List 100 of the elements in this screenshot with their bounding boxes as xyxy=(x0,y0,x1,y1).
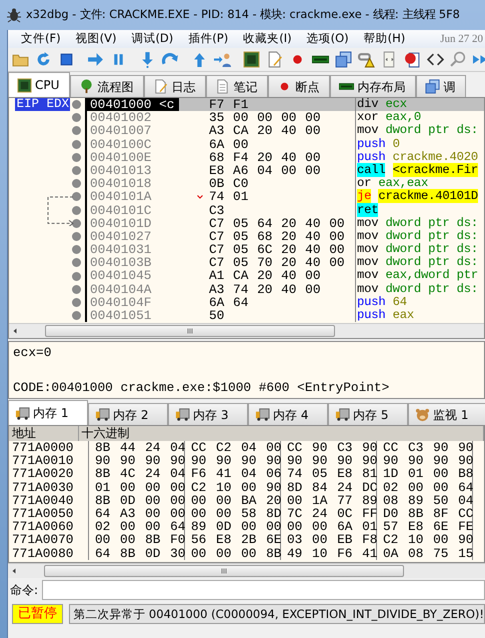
note-icon[interactable] xyxy=(266,51,283,68)
tab[interactable]: 断点 xyxy=(268,75,330,97)
menu-item[interactable]: 文件(F) xyxy=(14,30,69,48)
tab[interactable]: 内存 2 xyxy=(88,403,168,425)
operand-text: dword ptr ds: xyxy=(385,255,478,270)
hex-cell: 0A 08 75 15 xyxy=(377,546,473,560)
address-cell-text: 00401051 xyxy=(89,309,152,322)
bug-icon xyxy=(6,7,22,23)
layers-icon[interactable] xyxy=(335,51,352,68)
address-cell-text: 0040104A xyxy=(89,282,152,296)
breakpoint-dot[interactable] xyxy=(72,258,81,268)
address-cell-text: 00401031 xyxy=(89,243,152,256)
breakpoint-dot[interactable] xyxy=(72,206,81,215)
hex-cell: 8B 4C 24 04 xyxy=(89,467,185,481)
breakpoint-dot[interactable] xyxy=(72,126,81,136)
scrollbar[interactable] xyxy=(9,323,484,338)
tab[interactable]: 流程图 xyxy=(70,75,144,97)
window-title: x32dbg - 文件: CRACKME.EXE - PID: 814 - 模块: crackme.exe - 线程: 主线程 5F8 xyxy=(26,6,460,23)
breakpoint-dot[interactable] xyxy=(72,298,81,307)
mnemonic: mov xyxy=(357,123,378,138)
mnemonic: mov xyxy=(357,268,378,282)
bytes-cell: C3 xyxy=(209,204,224,217)
menu-item[interactable]: 插件(P) xyxy=(181,30,236,48)
restart-icon[interactable] xyxy=(35,51,52,68)
menu-item[interactable]: 选项(O) xyxy=(300,30,357,48)
hex-cell: C2 10 00 90 xyxy=(377,533,473,546)
address-cell-text: 00401007 xyxy=(89,124,152,138)
tab[interactable]: 内存 4 xyxy=(248,403,328,425)
breakpoint-dot[interactable] xyxy=(72,245,81,254)
scrollbar-thumb[interactable] xyxy=(44,565,404,577)
document-dot-icon[interactable] xyxy=(404,51,421,68)
hex-cell: 00 00 00 8B xyxy=(185,546,281,560)
menu-item[interactable]: 帮助(H) xyxy=(356,30,414,48)
address-cell: 00401000 <c xyxy=(87,98,179,112)
chip-icon[interactable] xyxy=(243,51,260,68)
status-message: 第二次异常于 00401000 (C0000094, EXCEPTION_INT_DIVIDE_BY_ZERO)! xyxy=(69,604,485,624)
bytes-cell: 50 xyxy=(209,309,224,322)
tab[interactable]: 内存 5 xyxy=(328,403,408,425)
truck-icon xyxy=(95,407,110,422)
stop-icon[interactable] xyxy=(58,51,75,68)
register-label: EIP EDX xyxy=(15,98,70,112)
menu-item[interactable]: 收藏夹(I) xyxy=(236,30,300,48)
search-icon[interactable] xyxy=(450,51,467,68)
status-badge: 已暂停 xyxy=(12,604,64,624)
tab[interactable]: 调 xyxy=(416,75,466,97)
hex-cell: 1D 01 00 B8 xyxy=(377,467,473,481)
tab[interactable]: 内存 3 xyxy=(168,403,248,425)
run-arrow-icon[interactable] xyxy=(87,51,104,68)
address-cell: 771A0050 xyxy=(9,506,89,520)
tab[interactable]: 监视 1 xyxy=(408,403,485,425)
breakpoint-dot[interactable] xyxy=(72,232,81,241)
code-icon[interactable] xyxy=(427,51,444,68)
breakpoint-dot[interactable] xyxy=(72,284,81,294)
scroll-left-icon[interactable] xyxy=(10,567,18,575)
menu-item[interactable]: 调试(D) xyxy=(124,30,182,48)
tab[interactable]: 日志 xyxy=(144,75,206,97)
mnemonic: mov xyxy=(357,228,378,243)
mnemonic: mov xyxy=(357,255,378,270)
mnemonic: je xyxy=(357,189,372,204)
bytes-cell: C7 05 64 20 40 00 xyxy=(209,216,345,230)
breakpoint-dot[interactable] xyxy=(72,113,81,122)
bytes-cell: C7 05 68 20 40 00 xyxy=(209,230,345,244)
bytes-cell: 68 F4 20 40 00 xyxy=(209,150,321,164)
scroll-left-icon[interactable] xyxy=(11,327,19,335)
scrollbar-thumb[interactable] xyxy=(45,325,335,337)
hex-cell: 02 00 00 64 xyxy=(377,480,473,494)
breakpoint-dot[interactable] xyxy=(72,100,81,110)
tab[interactable]: 内存 1 xyxy=(8,400,88,425)
operand-text: <crackme.Fir xyxy=(392,162,478,177)
menu-item[interactable]: 视图(V) xyxy=(68,30,124,48)
breakpoint-dot[interactable] xyxy=(72,218,81,228)
address-cell-text: 00401045 xyxy=(89,269,152,283)
address-cell-text: 00401013 xyxy=(89,164,152,178)
hex-cell: 00 00 6A 01 xyxy=(281,520,377,534)
breakpoint-dot[interactable] xyxy=(72,152,81,162)
address-cell-text: 00401018 xyxy=(89,177,152,190)
column-header: 十六进制 xyxy=(78,426,484,441)
hex-cell: 90 90 90 90 xyxy=(281,454,377,468)
breakpoint-dot[interactable] xyxy=(72,272,81,281)
bytes-cell: A3 74 20 40 00 xyxy=(209,282,321,296)
hex-cell: 00 00 BA 20 xyxy=(185,494,281,507)
bytes-cell: 6A 00 xyxy=(209,138,248,151)
truck-icon xyxy=(335,407,350,422)
command-field[interactable] xyxy=(42,580,485,600)
breakpoint-dot[interactable] xyxy=(72,192,81,202)
breakpoint-dot[interactable] xyxy=(72,166,81,176)
breakpoint-dot[interactable] xyxy=(72,311,81,320)
scrollbar[interactable] xyxy=(8,563,485,578)
address-cell: 771A0000 xyxy=(9,441,89,454)
address-cell: 771A0030 xyxy=(9,480,89,494)
truck-icon xyxy=(255,407,270,422)
tab[interactable]: 笔记 xyxy=(206,75,268,97)
hex-cell: 8B 44 24 04 xyxy=(89,441,185,454)
breakpoint-dot[interactable] xyxy=(72,179,81,188)
tab[interactable]: CPU xyxy=(8,72,70,97)
person-arrow-icon[interactable] xyxy=(214,51,231,68)
link-warning-icon[interactable] xyxy=(358,51,375,68)
tab[interactable]: 内存布局 xyxy=(330,75,416,97)
breakpoint-dot[interactable] xyxy=(72,140,81,149)
animal-face-icon xyxy=(415,407,430,422)
